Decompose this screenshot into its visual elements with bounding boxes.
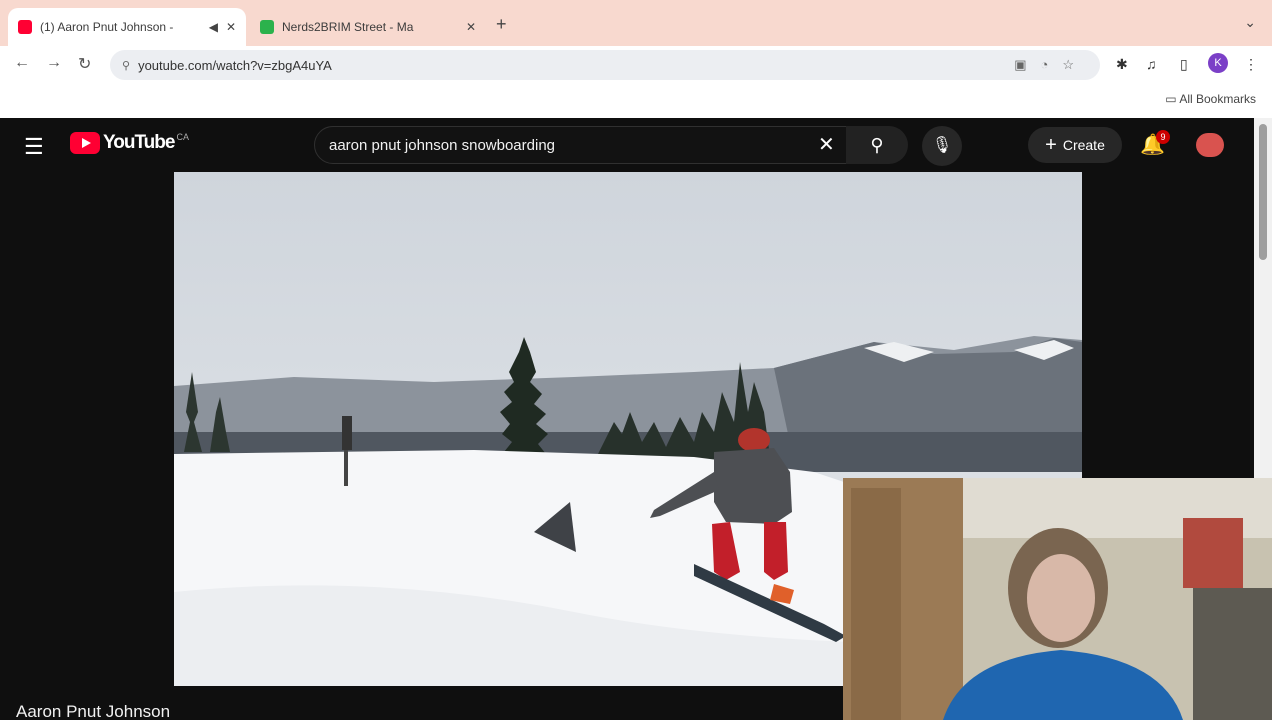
sidepanel-icon[interactable]: ▯ [1180, 56, 1188, 73]
webcam-overlay [843, 478, 1272, 720]
kebab-menu-icon[interactable]: ⋮ [1244, 56, 1258, 73]
microphone-icon: 🎙 [931, 137, 953, 154]
omnibox-actions[interactable]: ▣◔☆ [1014, 57, 1088, 73]
account-avatar[interactable] [1196, 133, 1224, 157]
webcam-image [843, 478, 1272, 720]
tab-youtube[interactable]: (1) Aaron Pnut Johnson - ◀ ✕ [8, 8, 246, 46]
all-bookmarks-label: All Bookmarks [1179, 92, 1256, 106]
video-title: Aaron Pnut Johnson [16, 702, 171, 721]
address-bar[interactable]: ⚲ youtube.com/watch?v=zbgA4uYA ▣◔☆ [110, 50, 1100, 80]
search-input[interactable]: aaron pnut johnson snowboarding [314, 126, 856, 164]
profile-avatar[interactable]: K [1208, 53, 1228, 73]
country-code: CA [176, 132, 189, 142]
audio-icon[interactable]: ◀ [209, 20, 218, 34]
tab-close-icon[interactable]: ✕ [466, 20, 476, 34]
scrollbar-thumb[interactable] [1259, 124, 1267, 260]
create-button[interactable]: + Create [1028, 127, 1122, 163]
tab-title: (1) Aaron Pnut Johnson - [40, 20, 174, 34]
create-label: Create [1062, 137, 1105, 153]
youtube-play-icon [70, 132, 100, 154]
reload-icon[interactable]: ↻ [78, 54, 91, 74]
chevron-down-icon[interactable]: ⌄ [1244, 14, 1256, 31]
site-info-icon[interactable]: ⚲ [122, 59, 130, 72]
youtube-logo[interactable]: YouTube CA [70, 132, 189, 154]
search-query: aaron pnut johnson snowboarding [329, 136, 556, 154]
media-icon[interactable]: ♫ [1146, 56, 1157, 72]
site-favicon-icon [260, 20, 274, 34]
youtube-masthead: ☰ YouTube CA aaron pnut johnson snowboar… [0, 118, 1254, 172]
forward-icon[interactable]: → [46, 54, 62, 72]
youtube-wordmark: YouTube [103, 132, 175, 153]
new-tab-icon[interactable]: + [496, 14, 507, 35]
plus-icon: + [1045, 133, 1057, 156]
youtube-favicon-icon [18, 20, 32, 34]
close-icon[interactable]: ✕ [818, 132, 835, 157]
browser-toolbar: ← → ↻ ⚲ youtube.com/watch?v=zbgA4uYA ▣◔☆… [0, 46, 1272, 82]
voice-search-button[interactable]: 🎙 [922, 126, 962, 166]
url-text: youtube.com/watch?v=zbgA4uYA [138, 57, 332, 73]
all-bookmarks-button[interactable]: ▭ All Bookmarks [1165, 92, 1256, 106]
search-button[interactable]: ⚲ [846, 126, 908, 164]
browser-tab-strip: (1) Aaron Pnut Johnson - ◀ ✕ Nerds2BRIM … [0, 0, 1272, 46]
extensions-icon[interactable]: ✱ [1116, 56, 1128, 73]
search-icon: ⚲ [870, 135, 884, 155]
hamburger-icon[interactable]: ☰ [24, 134, 44, 160]
tab-title: Nerds2BRIM Street - Ma [282, 20, 414, 34]
back-icon[interactable]: ← [14, 54, 30, 72]
tab-close-icon[interactable]: ✕ [226, 20, 236, 34]
tab-nerds-street[interactable]: Nerds2BRIM Street - Ma ✕ [250, 8, 486, 46]
notification-badge: 9 [1156, 130, 1170, 144]
folder-icon: ▭ [1165, 92, 1180, 106]
bookmarks-bar: ▭ All Bookmarks [0, 82, 1272, 118]
